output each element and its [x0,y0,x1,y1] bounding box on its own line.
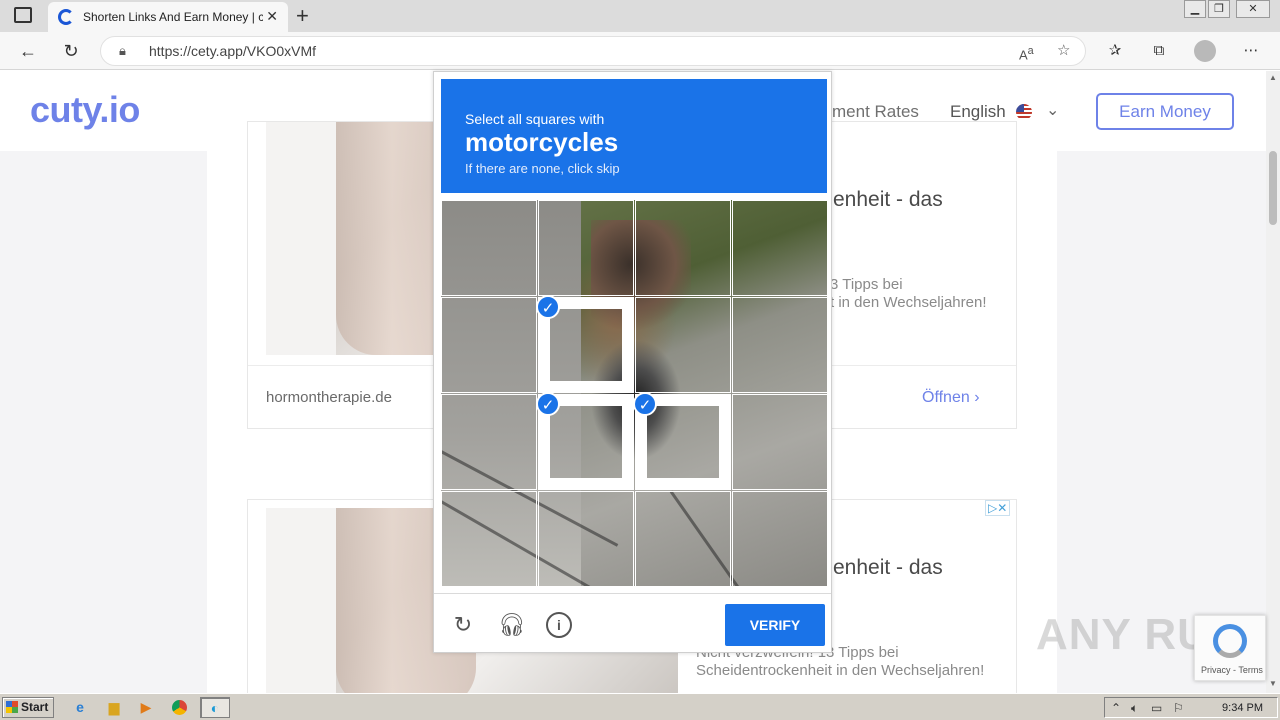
scroll-down-icon[interactable]: ▼ [1269,679,1277,688]
page-scrollbar[interactable]: ▲ ▼ [1266,71,1280,693]
nav-payment-rates[interactable]: ment Rates [832,102,919,122]
collections-icon[interactable]: ⧉ [1148,40,1170,62]
more-menu-icon[interactable]: ⋯ [1240,40,1262,62]
favorites-icon[interactable]: ✰ [1104,40,1126,62]
url-text: https://cety.app/VKO0xVMf [149,43,317,59]
captcha-tile[interactable] [538,491,634,586]
tab-close-icon[interactable]: ✕ [266,8,278,25]
reload-challenge-icon[interactable]: ↻ [450,612,476,638]
network-icon[interactable]: ▭ [1151,698,1162,718]
selected-check-icon: ✓ [536,392,560,416]
ad-title: enheit - das [833,556,943,579]
browser-tab[interactable]: Shorten Links And Earn Money | c ✕ [48,2,288,32]
back-arrow-icon[interactable]: ← [15,38,41,64]
captcha-tile[interactable] [441,297,537,393]
captcha-tile[interactable] [732,491,827,586]
tray-expand-icon[interactable]: ⌃ [1111,698,1121,718]
captcha-tile[interactable] [732,394,827,490]
new-tab-button[interactable]: + [296,3,309,29]
start-label: Start [21,700,49,714]
profile-avatar[interactable] [1194,40,1216,62]
minimize-button[interactable]: ▁ [1184,0,1206,18]
ie-icon[interactable]: e [68,697,92,718]
selected-check-icon: ✓ [633,392,657,416]
edge-icon[interactable]: ◐ [200,697,230,718]
chevron-down-icon[interactable]: ⌄ [1046,100,1059,120]
lock-icon: 🔒︎ [119,43,126,58]
ad-domain: hormontherapie.de [266,389,392,406]
selected-check-icon: ✓ [536,295,560,319]
ad-open-link[interactable]: Öffnen › [922,389,980,407]
ad-subtitle: 3 Tipps bei t in den Wechseljahren! [830,276,987,311]
start-button[interactable]: Start [2,697,54,718]
challenge-object: motorcycles [465,127,619,157]
refresh-icon[interactable]: ↻ [58,38,84,64]
recaptcha-challenge: Select all squares with motorcycles If t… [433,71,832,653]
verify-button[interactable]: VERIFY [725,604,825,646]
chrome-icon[interactable] [168,697,192,718]
tab-actions-icon[interactable] [14,7,32,23]
recaptcha-links[interactable]: Privacy - Terms [1201,665,1263,675]
cuty-favicon-icon [58,9,74,25]
site-logo[interactable]: cuty.io [30,89,140,131]
us-flag-icon [1016,104,1032,120]
address-toolbar: ← ↻ 🔒︎ https://cety.app/VKO0xVMf Aa ☆ ✰ … [0,32,1280,70]
info-icon[interactable]: i [546,612,572,638]
browser-tab-bar: Shorten Links And Earn Money | c ✕ + ▁ ❐… [0,0,1280,32]
volume-icon[interactable]: 🔈︎ [1131,698,1138,718]
challenge-header: Select all squares with motorcycles If t… [441,79,827,193]
restore-button[interactable]: ❐ [1208,0,1230,18]
audio-challenge-icon[interactable]: 🎧︎ [498,612,526,638]
ad-choices-icon[interactable]: ▷✕ [985,500,1011,516]
media-player-icon[interactable]: ▶ [134,697,158,718]
challenge-instruction: Select all squares with [465,111,605,127]
earn-money-button[interactable]: Earn Money [1096,93,1234,130]
chevron-right-icon: › [974,389,980,406]
recaptcha-logo-icon [1213,624,1247,658]
captcha-tile[interactable] [441,394,537,490]
captcha-tile[interactable] [635,200,731,296]
tab-title: Shorten Links And Earn Money | c [83,10,263,24]
clock[interactable]: 9:34 PM [1222,698,1263,718]
language-selector[interactable]: English [950,102,1006,122]
challenge-footer: ↻ 🎧︎ i VERIFY [434,593,831,653]
address-bar[interactable]: 🔒︎ https://cety.app/VKO0xVMf Aa ☆ [100,36,1086,66]
add-favorite-icon[interactable]: ☆ [1057,37,1070,65]
close-window-button[interactable]: ✕ [1236,0,1270,18]
ad-title: enheit - das [833,188,943,211]
captcha-tile[interactable] [635,491,731,586]
captcha-tile[interactable] [538,200,634,296]
windows-logo-icon [6,701,18,713]
challenge-hint: If there are none, click skip [465,161,620,176]
challenge-image-grid: ✓ ✓ ✓ [441,200,827,586]
recaptcha-badge[interactable]: Privacy - Terms [1194,615,1266,681]
scrollbar-thumb[interactable] [1269,151,1277,225]
file-explorer-icon[interactable]: ▆ [102,697,126,718]
system-tray: ⌃ 🔈︎ ▭ ⚐ 9:34 PM [1104,697,1278,718]
scroll-up-icon[interactable]: ▲ [1269,73,1277,82]
windows-taskbar: Start e ▆ ▶ ◐ ⌃ 🔈︎ ▭ ⚐ 9:34 PM [0,693,1280,720]
captcha-tile[interactable] [732,200,827,296]
captcha-tile[interactable] [732,297,827,393]
read-aloud-icon[interactable]: Aa [1019,37,1034,69]
captcha-tile[interactable] [441,200,537,296]
flag-icon[interactable]: ⚐ [1173,698,1184,718]
captcha-tile[interactable] [635,297,731,393]
captcha-tile[interactable] [441,491,537,586]
